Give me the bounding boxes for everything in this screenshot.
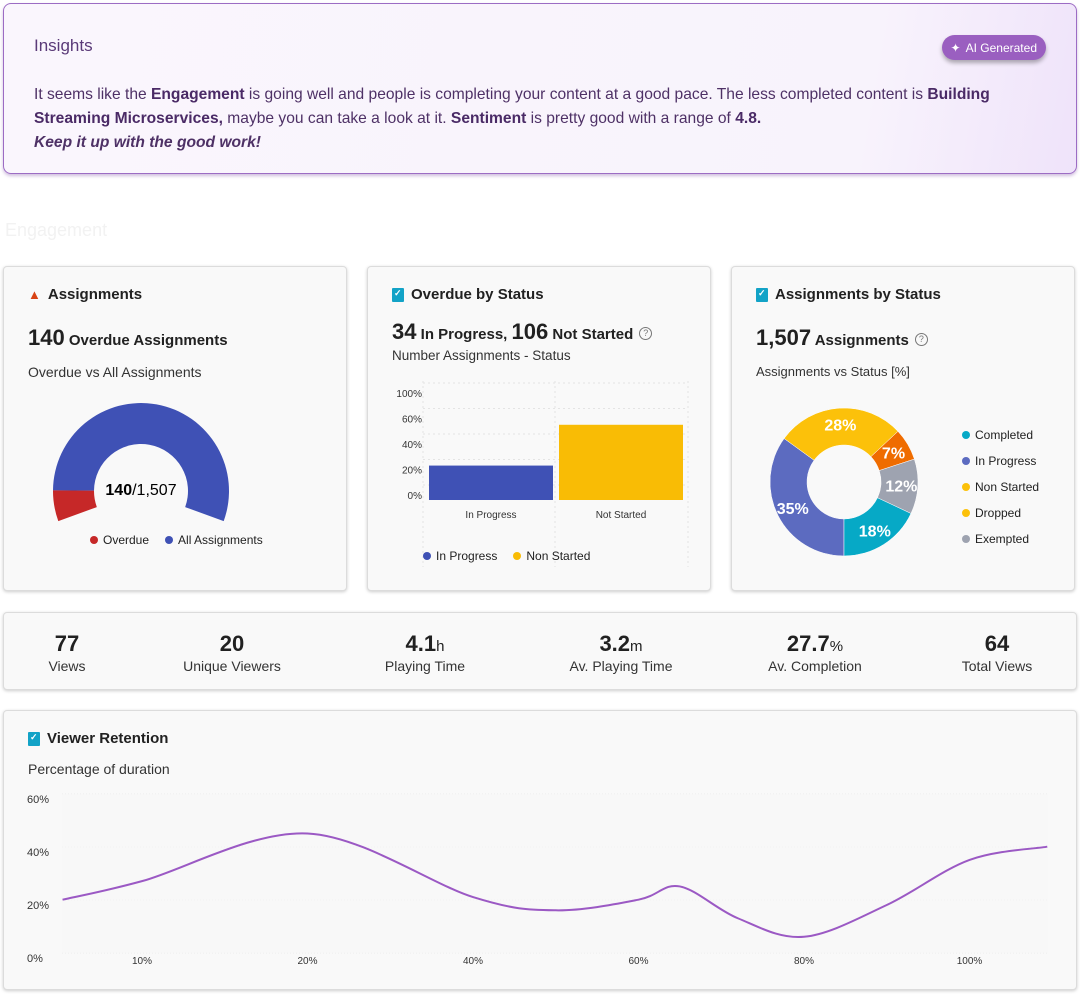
y-tick-label: 0% [27, 953, 43, 965]
x-tick-label: 100% [957, 956, 983, 967]
x-tick-label: 20% [297, 956, 317, 967]
x-tick-label: 60% [628, 956, 648, 967]
plot-area [62, 794, 1048, 953]
x-tick-label: 80% [794, 956, 814, 967]
x-tick-label: 40% [463, 956, 483, 967]
x-tick-label: 10% [132, 956, 152, 967]
y-tick-label: 20% [27, 900, 49, 912]
y-tick-label: 40% [27, 847, 49, 859]
y-tick-label: 60% [27, 794, 49, 806]
retention-line-chart: 0% 20% 40% 60% 10% 20% 40% 60% 80% 100% [27, 793, 1048, 967]
